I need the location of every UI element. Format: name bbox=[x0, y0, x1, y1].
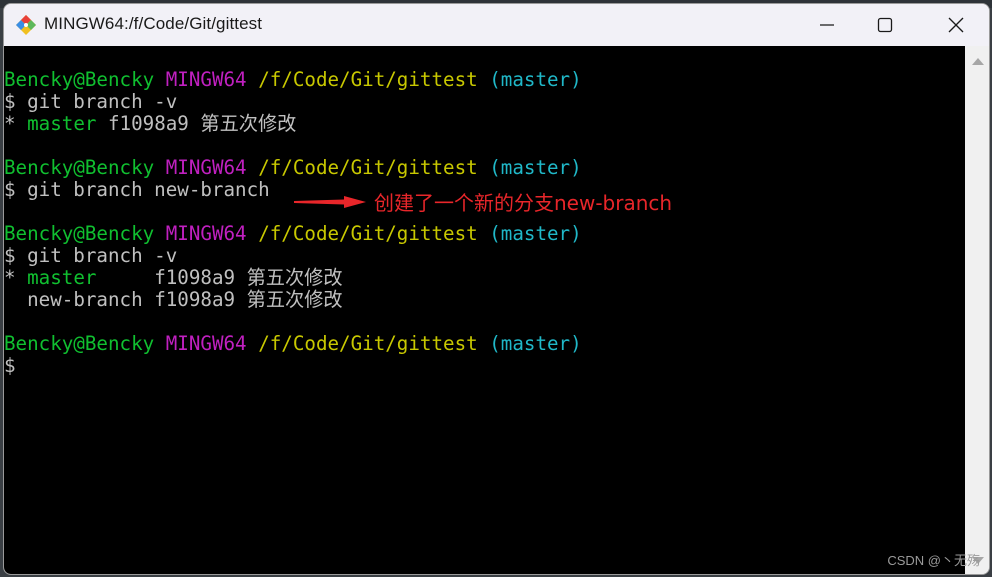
prompt-system: MINGW64 bbox=[165, 222, 247, 245]
commit-message: 第五次修改 bbox=[246, 266, 343, 289]
maximize-button[interactable] bbox=[862, 4, 908, 46]
command-line: $ git branch -v bbox=[4, 90, 178, 113]
watermark: CSDN @丶无殇 bbox=[887, 553, 980, 568]
prompt-path: /f/Code/Git/gittest bbox=[258, 68, 478, 91]
arrow-right-icon bbox=[294, 195, 366, 208]
prompt-system: MINGW64 bbox=[165, 156, 247, 179]
prompt-system: MINGW64 bbox=[165, 68, 247, 91]
prompt-user: Bencky@Bencky bbox=[4, 222, 155, 245]
branch-name: master bbox=[27, 266, 97, 289]
vertical-scrollbar[interactable] bbox=[965, 46, 989, 574]
prompt-user: Bencky@Bencky bbox=[4, 156, 155, 179]
minimize-button[interactable] bbox=[804, 4, 850, 46]
annotation: 创建了一个新的分支new-branch bbox=[294, 187, 672, 216]
maximize-icon bbox=[877, 17, 893, 33]
pad bbox=[143, 288, 155, 311]
current-marker: * bbox=[4, 266, 28, 289]
branch-row: new-branch f1098a9 第五次修改 bbox=[4, 289, 582, 311]
prompt-system: MINGW64 bbox=[165, 332, 247, 355]
window-title: MINGW64:/f/Code/Git/gittest bbox=[44, 14, 263, 33]
close-icon bbox=[948, 17, 964, 33]
current-marker: * bbox=[4, 112, 28, 135]
commit-hash: f1098a9 bbox=[154, 288, 236, 311]
command-line: $ bbox=[4, 354, 16, 377]
prompt-branch: (master) bbox=[489, 68, 582, 91]
prompt-user: Bencky@Bencky bbox=[4, 332, 155, 355]
title-bar[interactable]: MINGW64:/f/Code/Git/gittest bbox=[4, 4, 989, 46]
command-line: $ git branch -v bbox=[4, 244, 178, 267]
minimize-icon bbox=[820, 24, 834, 26]
branch-name: master bbox=[27, 112, 97, 135]
prompt-path: /f/Code/Git/gittest bbox=[258, 156, 478, 179]
pad bbox=[96, 266, 154, 289]
commit-message: 第五次修改 bbox=[246, 288, 343, 311]
branch-name: new-branch bbox=[27, 288, 143, 311]
commit-message: 第五次修改 bbox=[200, 112, 297, 135]
prompt-branch: (master) bbox=[489, 332, 582, 355]
terminal-output[interactable]: Bencky@Bencky MINGW64 /f/Code/Git/gittes… bbox=[4, 46, 965, 574]
pad bbox=[96, 112, 108, 135]
commit-hash: f1098a9 bbox=[154, 266, 236, 289]
annotation-text: 创建了一个新的分支new-branch bbox=[374, 191, 673, 215]
prompt-line: Bencky@Bencky MINGW64 /f/Code/Git/gittes… bbox=[4, 69, 582, 91]
terminal-window: MINGW64:/f/Code/Git/gittest Bencky@Benck… bbox=[3, 3, 990, 575]
prompt-branch: (master) bbox=[489, 222, 582, 245]
prompt-line: Bencky@Bencky MINGW64 /f/Code/Git/gittes… bbox=[4, 157, 582, 179]
prompt-path: /f/Code/Git/gittest bbox=[258, 332, 478, 355]
prompt-path: /f/Code/Git/gittest bbox=[258, 222, 478, 245]
git-logo-icon bbox=[16, 15, 36, 35]
prompt-user: Bencky@Bencky bbox=[4, 68, 155, 91]
current-marker bbox=[4, 288, 27, 311]
branch-row: * master f1098a9 第五次修改 bbox=[4, 113, 582, 135]
prompt-line: Bencky@Bencky MINGW64 /f/Code/Git/gittes… bbox=[4, 333, 582, 355]
close-button[interactable] bbox=[933, 4, 979, 46]
scroll-up-arrow-icon[interactable] bbox=[972, 58, 984, 65]
commit-hash: f1098a9 bbox=[107, 112, 189, 135]
prompt-branch: (master) bbox=[489, 156, 582, 179]
prompt-line: Bencky@Bencky MINGW64 /f/Code/Git/gittes… bbox=[4, 223, 582, 245]
branch-row: * master f1098a9 第五次修改 bbox=[4, 267, 582, 289]
